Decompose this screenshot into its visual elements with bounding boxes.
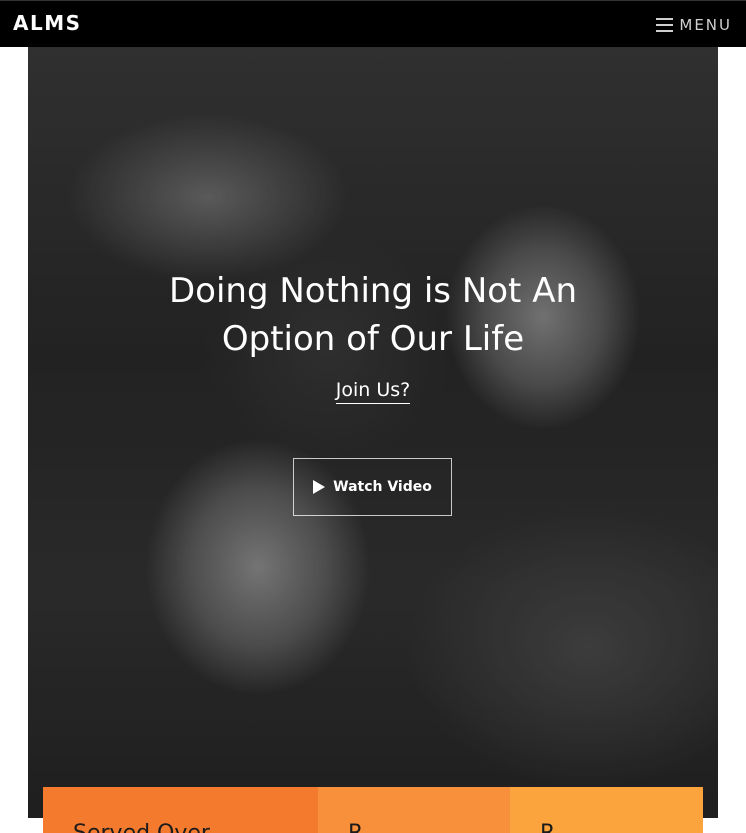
watch-video-label: Watch Video xyxy=(333,479,432,495)
join-us-container: Join Us? xyxy=(28,379,718,404)
stat-label: R xyxy=(540,821,555,833)
stat-label: R xyxy=(348,821,363,833)
watch-video-button[interactable]: Watch Video xyxy=(293,458,452,516)
join-us-link[interactable]: Join Us? xyxy=(335,379,411,404)
stat-card-served: Served Over xyxy=(43,787,318,833)
stat-card-2: R xyxy=(318,787,510,833)
hero-title-line-2: Option of Our Life xyxy=(221,319,525,359)
hero-title: Doing Nothing is Not An Option of Our Li… xyxy=(28,267,718,363)
hamburger-icon xyxy=(656,18,674,32)
site-logo[interactable]: ALMS xyxy=(13,11,82,35)
stat-label: Served Over xyxy=(73,821,210,833)
hero-banner: Doing Nothing is Not An Option of Our Li… xyxy=(28,47,718,818)
menu-label: MENU xyxy=(679,16,732,34)
top-navbar: ALMS MENU xyxy=(0,0,746,47)
hero-title-line-1: Doing Nothing is Not An xyxy=(168,271,578,311)
play-icon xyxy=(313,480,326,494)
menu-button[interactable]: MENU xyxy=(656,15,732,35)
stats-strip: Served Over R R xyxy=(43,787,703,833)
stat-card-3: R xyxy=(510,787,703,833)
hero-photo-overlay xyxy=(28,47,718,818)
